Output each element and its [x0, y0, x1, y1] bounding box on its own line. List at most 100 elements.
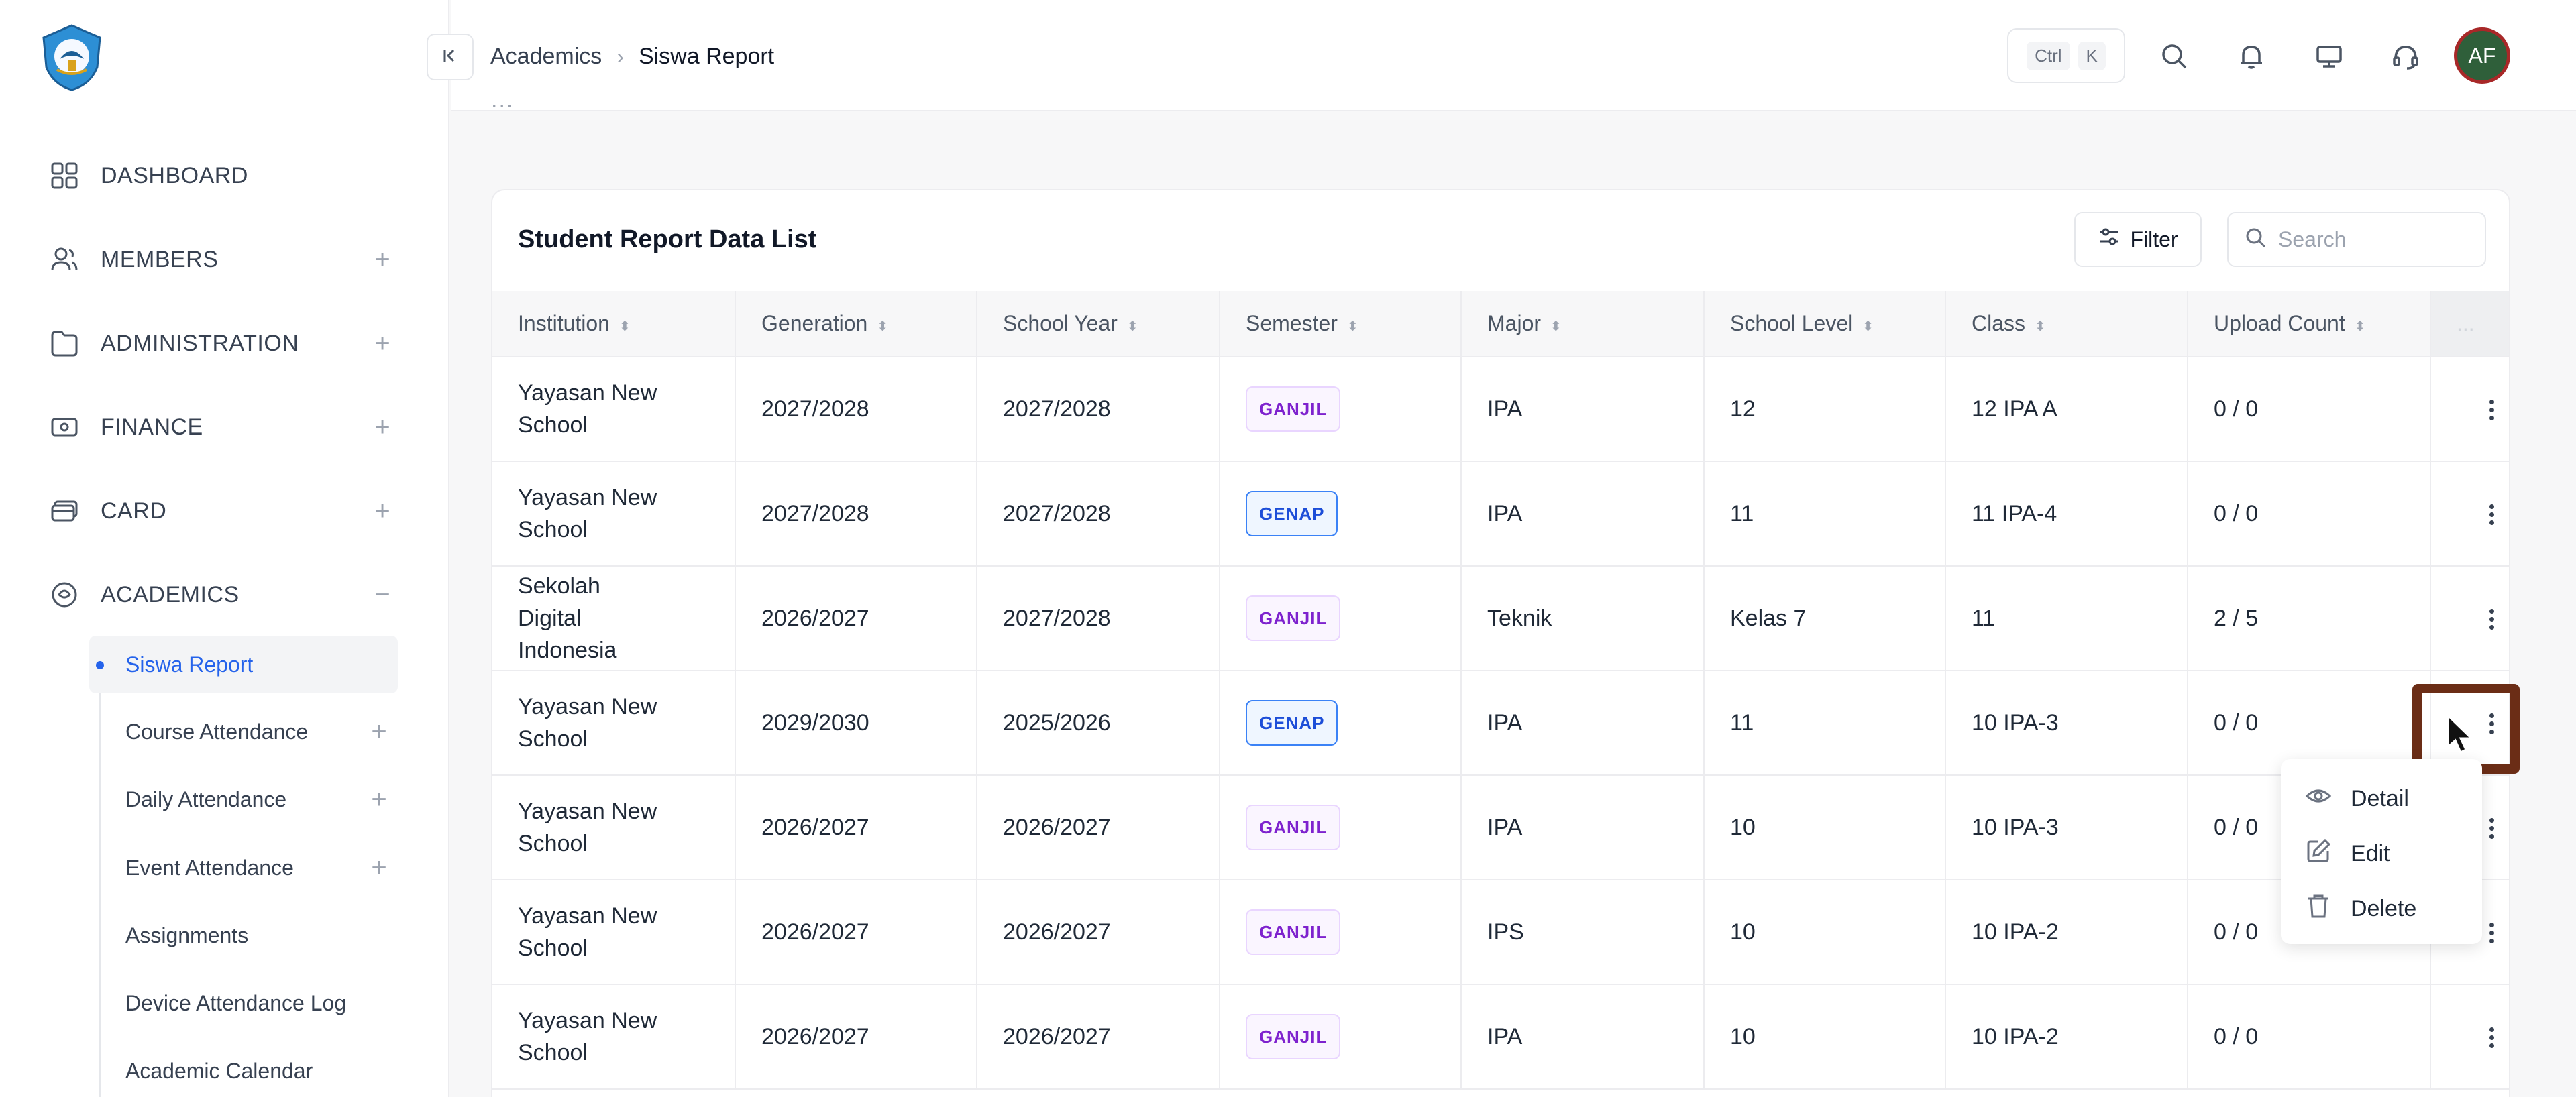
cell-upload: 0 / 0: [2188, 357, 2431, 462]
column-header-major[interactable]: Major ⬍: [1461, 291, 1705, 357]
sort-icon[interactable]: ⬍: [1127, 319, 1138, 334]
table-row[interactable]: Yayasan New School 2026/2027 2026/2027 GANJ…: [492, 984, 2509, 1090]
column-header-school-level[interactable]: School Level ⬍: [1704, 291, 1946, 357]
kebab-menu-icon[interactable]: [2478, 919, 2505, 946]
sidebar-item-members[interactable]: MEMBERS +: [47, 233, 396, 286]
plus-icon[interactable]: +: [369, 245, 396, 275]
kebab-menu-icon[interactable]: [2478, 396, 2505, 423]
kebab-menu-icon[interactable]: [2478, 501, 2505, 528]
student-report-card: Student Report Data List Filter Institut…: [491, 189, 2510, 1097]
cell-text: 11 IPA-4: [1972, 501, 2057, 526]
header-label: School Year: [1003, 311, 1118, 335]
cell-actions: Admi: [2430, 461, 2509, 567]
kebab-menu-icon[interactable]: [2478, 1024, 2505, 1051]
sidebar-item-dashboard[interactable]: DASHBOARD: [47, 149, 396, 203]
sidebar-subitem-device-attendance-log[interactable]: Device Attendance Log: [89, 974, 398, 1032]
sidebar-subitem-daily-attendance[interactable]: Daily Attendance +: [89, 770, 398, 828]
table-row[interactable]: Sekolah Digital Indonesia 2026/2027 2027/2…: [492, 566, 2509, 671]
column-header-upload-count[interactable]: Upload Count ⬍: [2188, 291, 2431, 357]
row-action-menu: Detail Edit Delete: [2281, 759, 2482, 944]
semester-badge: GANJIL: [1246, 595, 1341, 641]
cell-text: 2026/2027: [761, 815, 869, 840]
column-header-class[interactable]: Class ⬍: [1945, 291, 2188, 357]
search-input[interactable]: [2278, 227, 2466, 252]
monitor-icon[interactable]: [2310, 38, 2348, 75]
cell-class: 10 IPA-2: [1945, 880, 2188, 985]
cell-text: 2026/2027: [1003, 815, 1111, 840]
cell-text: Yayasan New School: [518, 903, 657, 961]
breadcrumb-academics[interactable]: Academics: [490, 44, 602, 70]
plus-icon[interactable]: +: [369, 329, 396, 359]
column-header-school-year[interactable]: School Year ⬍: [977, 291, 1220, 357]
sidebar-subitem-event-attendance[interactable]: Event Attendance +: [89, 839, 398, 897]
sidebar-subitem-academic-calendar[interactable]: Academic Calendar: [89, 1042, 398, 1097]
cell-text: 10 IPA-3: [1972, 815, 2059, 840]
plus-icon[interactable]: +: [366, 717, 392, 747]
table-row[interactable]: Yayasan New School 2027/2028 2027/2028 GANJ…: [492, 357, 2509, 462]
sidebar-subitem-label: Assignments: [125, 923, 249, 947]
sidebar-subitem-assignments[interactable]: Assignments: [89, 907, 398, 964]
sort-icon[interactable]: ⬍: [619, 319, 631, 334]
search-field[interactable]: [2227, 212, 2486, 267]
collapse-sidebar-button[interactable]: [427, 34, 474, 80]
sidebar-subitem-siswa-report[interactable]: Siswa Report: [89, 636, 398, 693]
table-row[interactable]: Yayasan New School 2026/2027 2026/2027 GANJ…: [492, 775, 2509, 880]
column-header-institution[interactable]: Institution ⬍: [492, 291, 736, 357]
header-label: Upload Count: [2214, 311, 2345, 335]
sort-icon[interactable]: ⬍: [1347, 319, 1358, 334]
cell-level: 10: [1704, 775, 1946, 880]
sidebar-item-finance[interactable]: FINANCE +: [47, 400, 396, 454]
table-row[interactable]: Yayasan New School 2026/2027 2026/2027 GANJ…: [492, 880, 2509, 985]
column-header-actions: ...: [2430, 291, 2509, 357]
sort-icon[interactable]: ⬍: [2355, 319, 2366, 334]
column-header-generation[interactable]: Generation ⬍: [735, 291, 977, 357]
cell-major: IPA: [1461, 984, 1705, 1090]
plus-icon[interactable]: +: [369, 412, 396, 443]
plus-icon[interactable]: +: [369, 496, 396, 526]
sort-icon[interactable]: ⬍: [2035, 319, 2046, 334]
semester-badge: GENAP: [1246, 700, 1338, 746]
cell-generation: 2026/2027: [735, 880, 977, 985]
column-header-semester[interactable]: Semester ⬍: [1220, 291, 1462, 357]
sort-icon[interactable]: ⬍: [1862, 319, 1874, 334]
menu-item-delete[interactable]: Delete: [2281, 881, 2482, 936]
cell-generation: 2026/2027: [735, 984, 977, 1090]
sidebar-item-card[interactable]: CARD +: [47, 484, 396, 538]
trash-icon: [2305, 892, 2332, 925]
kebab-menu-icon[interactable]: [2478, 815, 2505, 842]
cell-text: 0 / 0: [2214, 710, 2259, 736]
bell-icon[interactable]: [2233, 38, 2270, 75]
sidebar-item-academics[interactable]: ACADEMICS −: [47, 568, 396, 622]
sort-icon[interactable]: ⬍: [1550, 319, 1562, 334]
plus-icon[interactable]: +: [366, 785, 392, 815]
cell-generation: 2026/2027: [735, 775, 977, 880]
command-palette-shortcut[interactable]: Ctrl K: [2007, 28, 2125, 83]
cell-upload: 0 / 0: [2188, 461, 2431, 567]
cell-text: Sekolah Digital Indonesia: [518, 573, 617, 663]
menu-item-edit[interactable]: Edit: [2281, 826, 2482, 881]
cell-text: IPA: [1487, 815, 1523, 840]
avatar[interactable]: AF: [2454, 27, 2510, 84]
minus-icon[interactable]: −: [369, 580, 396, 610]
cell-level: 10: [1704, 880, 1946, 985]
filter-icon: [2098, 225, 2121, 253]
filter-button[interactable]: Filter: [2074, 212, 2202, 267]
users-icon: [47, 242, 82, 277]
headset-icon[interactable]: [2387, 38, 2424, 75]
cell-text: 2029/2030: [761, 710, 869, 736]
menu-item-label: Edit: [2351, 840, 2390, 866]
logo-icon[interactable]: [37, 23, 107, 93]
plus-icon[interactable]: +: [366, 853, 392, 883]
sidebar-subitem-course-attendance[interactable]: Course Attendance +: [89, 703, 398, 760]
search-icon[interactable]: [2155, 38, 2193, 75]
sidebar-item-administration[interactable]: ADMINISTRATION +: [47, 316, 396, 370]
kebab-menu-icon[interactable]: [2478, 605, 2505, 632]
header-label: Major: [1487, 311, 1542, 335]
table-row[interactable]: Yayasan New School 2027/2028 2027/2028 GENA…: [492, 461, 2509, 567]
table-row[interactable]: Yayasan New School 2029/2030 2025/2026 GENA…: [492, 671, 2509, 776]
cell-text: 2026/2027: [1003, 919, 1111, 945]
menu-item-detail[interactable]: Detail: [2281, 771, 2482, 826]
sort-icon[interactable]: ⬍: [877, 319, 888, 334]
cell-actions: PKL BESA: [2430, 984, 2509, 1090]
sidebar-item-label: CARD: [101, 498, 167, 524]
